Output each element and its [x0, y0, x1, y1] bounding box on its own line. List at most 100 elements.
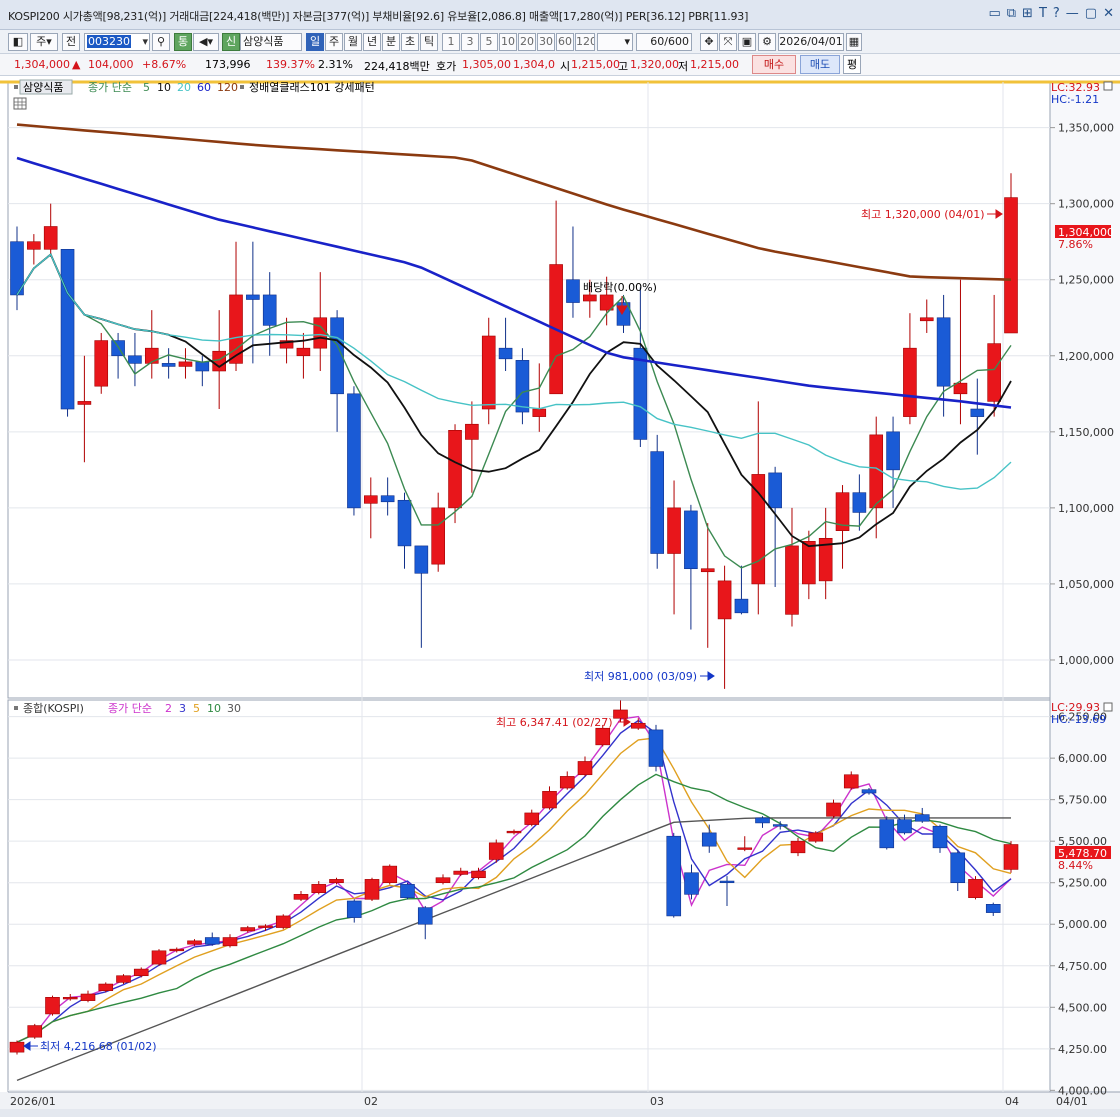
step-3[interactable]: 3: [461, 33, 479, 51]
lower_panel-ytick-label: 4,750.00: [1058, 960, 1107, 973]
lower_panel-candle-body: [435, 877, 451, 884]
grid-icon[interactable]: ⊞: [1022, 6, 1033, 21]
upper_panel-candle-body: [953, 382, 968, 395]
upper_panel-candle-body: [380, 495, 395, 503]
close-icon[interactable]: ✕: [1103, 6, 1114, 21]
lower_panel-ytick-label: 4,500.00: [1058, 1001, 1107, 1014]
settings-icon[interactable]: ⚙: [758, 33, 776, 51]
cursor-icon[interactable]: ⤧: [719, 33, 737, 51]
lower_panel-ytick-label: 5,750.00: [1058, 794, 1107, 807]
period-month[interactable]: 월: [344, 33, 362, 51]
stock-name: 삼양식품: [240, 33, 302, 51]
step-60[interactable]: 60: [556, 33, 574, 51]
prev-button[interactable]: 전: [62, 33, 80, 51]
upper_panel-candle-body: [296, 347, 311, 357]
count-input[interactable]: 60/600: [636, 33, 692, 51]
upper_panel-candle-body: [515, 360, 530, 413]
lower_panel-candle-body: [133, 968, 149, 977]
turnover: 2.31%: [318, 58, 353, 71]
upper_panel-candle-body: [481, 335, 496, 410]
lower_panel-candle-body: [968, 879, 983, 898]
upper_panel-candle-body: [684, 510, 698, 570]
upper_panel-ytick-label: 1,050,000: [1058, 578, 1114, 591]
ask-price-1: 1,305,00: [462, 58, 511, 71]
lower_panel-candle-body: [169, 948, 185, 952]
maximize-icon[interactable]: ▢: [1085, 6, 1097, 21]
period-day[interactable]: 일: [306, 33, 324, 51]
sell-button[interactable]: 매도: [800, 55, 840, 74]
tools-icon[interactable]: ✥: [700, 33, 718, 51]
type-select[interactable]: 주▾: [30, 33, 58, 51]
upper-ma-10: 10: [157, 81, 171, 94]
upper_panel-candle-body: [212, 350, 226, 372]
step-120[interactable]: 120: [575, 33, 595, 51]
lower_panel-ytick-label: 5,250.00: [1058, 877, 1107, 890]
lower_panel-candle-body: [417, 907, 433, 925]
lower_panel-candle-body: [755, 817, 770, 824]
lower-hc: HC:-13.69: [1051, 713, 1106, 726]
upper_panel-candle-body: [751, 474, 766, 585]
lower-ma-30: 30: [227, 702, 241, 715]
step-10[interactable]: 10: [499, 33, 517, 51]
lower_panel-candle-body: [1003, 844, 1019, 870]
upper_panel-ytick-label: 1,300,000: [1058, 198, 1114, 211]
buy-button[interactable]: 매수: [752, 55, 796, 74]
upper_panel-ytick-label: 1,100,000: [1058, 502, 1114, 515]
upper_panel-candle-body: [566, 279, 580, 303]
upper-min-label: 최저 981,000 (03/09): [584, 670, 697, 683]
eval-button[interactable]: 평: [843, 55, 861, 74]
upper-ma-120: 120: [217, 81, 238, 94]
period-week[interactable]: 주: [325, 33, 343, 51]
toolbar: ◧ 주▾ 전 003230 ▾ ⚲ 통 ◀▾ 신 삼양식품 일 주 월 년 분 초…: [0, 30, 1120, 54]
step-dropdown[interactable]: ▾: [597, 33, 633, 51]
calendar-icon[interactable]: ▦: [846, 33, 862, 51]
lower_panel-candle-body: [275, 915, 291, 928]
lower_panel-candle-body: [346, 900, 362, 918]
save-icon[interactable]: ▣: [738, 33, 756, 51]
date-input[interactable]: 2026/04/01: [778, 33, 844, 51]
tile-icon[interactable]: ⧉: [1007, 6, 1016, 21]
step-1[interactable]: 1: [442, 33, 460, 51]
step-30[interactable]: 30: [537, 33, 555, 51]
upper-stock-label[interactable]: 삼양식품: [23, 81, 63, 94]
upper_panel-candle-body: [734, 598, 749, 614]
lower-index-label[interactable]: 종합(KOSPI): [23, 702, 84, 715]
search-icon[interactable]: ⚲: [152, 33, 170, 51]
layout-icon[interactable]: ◧: [8, 33, 28, 51]
screen-icon[interactable]: ▭: [988, 6, 1000, 21]
upper_panel-candle-body: [583, 294, 597, 302]
upper-ma-5: 5: [143, 81, 150, 94]
lower_panel-candle-body: [116, 975, 131, 983]
lower_panel-candle-body: [9, 1041, 25, 1053]
volume: 173,996: [205, 58, 251, 71]
upper_panel-candle-body: [43, 226, 58, 250]
speaker-icon[interactable]: ◀▾: [193, 33, 219, 51]
lower_panel-candle-body: [914, 814, 930, 822]
lower_panel-candle-body: [488, 842, 504, 860]
help-icon[interactable]: ?: [1053, 6, 1060, 21]
period-minute[interactable]: 분: [382, 33, 400, 51]
lower_panel-candle-body: [826, 802, 841, 817]
high-label: 고: [618, 60, 629, 73]
step-20[interactable]: 20: [518, 33, 536, 51]
tong-button[interactable]: 통: [174, 33, 192, 51]
lower_panel-candle-body: [861, 789, 877, 794]
upper_panel-candle-body: [768, 472, 782, 509]
period-year[interactable]: 년: [363, 33, 381, 51]
period-second[interactable]: 초: [401, 33, 419, 51]
step-5[interactable]: 5: [480, 33, 498, 51]
lower_panel-candle-body: [577, 761, 593, 776]
lower_panel-candle-body: [897, 819, 912, 834]
upper_panel-ytick-label: 1,200,000: [1058, 350, 1114, 363]
lower_panel-ytick-label: 4,250.00: [1058, 1043, 1107, 1056]
upper_panel-candle-body: [397, 499, 412, 547]
upper_panel-candle-body: [886, 431, 900, 471]
period-tick[interactable]: 틱: [420, 33, 438, 51]
upper-pct-tag: 7.86%: [1058, 238, 1093, 251]
lower_panel-candle-body: [701, 832, 717, 847]
upper_panel-candle-body: [94, 340, 109, 387]
stock-code-input[interactable]: 003230 ▾: [84, 33, 150, 51]
font-icon[interactable]: T: [1039, 6, 1047, 21]
minimize-icon[interactable]: —: [1066, 6, 1079, 21]
lower-ma-2: 2: [165, 702, 172, 715]
